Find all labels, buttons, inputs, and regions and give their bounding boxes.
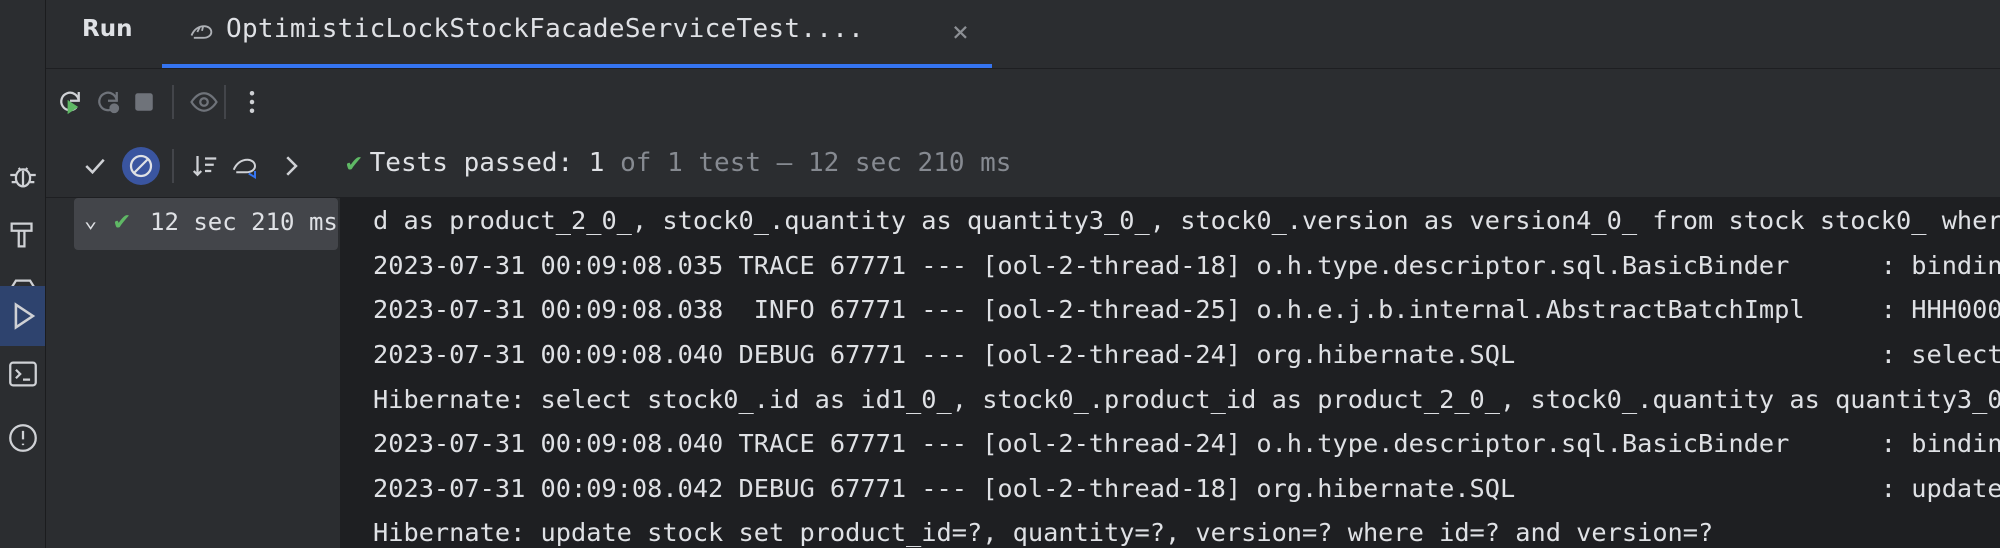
console-line: 2023-07-31 00:09:08.040 TRACE 67771 --- … [373,429,2000,458]
passed-check-icon: ✔ [346,148,362,178]
stop-icon [126,84,162,120]
build-hammer-icon[interactable] [0,205,45,265]
problems-icon[interactable] [0,408,45,468]
console-line: d as product_2_0_, stock0_.quantity as q… [373,206,2000,235]
test-tree: ⌄ ✔ 12 sec 210 ms [46,198,341,548]
debug-icon[interactable] [0,145,45,205]
panel-title: Run [82,16,133,42]
expand-icon[interactable] [272,147,310,185]
rerun-icon[interactable] [52,84,88,120]
tests-summary: of 1 test – 12 sec 210 ms [604,148,1012,178]
tab-test-run[interactable]: OptimisticLockStockFacadeServiceTest....… [162,0,992,68]
console-line: 2023-07-31 00:09:08.038 INFO 67771 --- [… [373,295,2000,324]
terminal-icon[interactable] [0,344,45,404]
toolbar-divider [172,149,174,183]
more-vertical-icon[interactable] [234,84,270,120]
console-line: Hibernate: select stock0_.id as id1_0_, … [373,385,2000,414]
test-runner-icon [190,25,213,39]
import-tests-icon[interactable] [226,147,264,185]
rerun-failed-icon [90,84,126,120]
watch-icon [186,84,222,120]
test-results-toolbar: ✔ Tests passed: 1 of 1 test – 12 sec 210 … [46,135,2000,198]
tests-passed-label: Tests passed: 1 [369,148,605,178]
run-toolbar [46,69,2000,135]
close-icon[interactable]: × [952,15,969,48]
chevron-down-icon[interactable]: ⌄ [84,208,97,233]
toolbar-divider [172,85,174,119]
test-status: ✔ Tests passed: 1 of 1 test – 12 sec 210 … [346,148,1011,178]
run-tab-bar: Run OptimisticLockStockFacadeServiceTest… [46,0,2000,69]
tree-root-node[interactable]: ⌄ ✔ 12 sec 210 ms [74,198,338,250]
tool-window-strip [0,0,46,548]
run-icon[interactable] [0,286,45,346]
show-ignored-icon[interactable] [122,147,160,185]
console-output[interactable]: d as product_2_0_, stock0_.quantity as q… [341,198,2000,548]
console-line: Hibernate: update stock set product_id=?… [373,518,1714,547]
show-passed-icon[interactable] [76,147,114,185]
tab-label: OptimisticLockStockFacadeServiceTest.... [226,14,865,44]
sort-icon[interactable] [186,147,224,185]
tab-active-indicator [162,64,992,68]
console-line: 2023-07-31 00:09:08.042 DEBUG 67771 --- … [373,474,2000,503]
console-line: 2023-07-31 00:09:08.035 TRACE 67771 --- … [373,251,2000,280]
toolbar-divider [224,85,226,119]
tree-node-duration: 12 sec 210 ms [150,208,338,236]
console-line: 2023-07-31 00:09:08.040 DEBUG 67771 --- … [373,340,2000,369]
passed-check-icon: ✔ [114,206,130,236]
